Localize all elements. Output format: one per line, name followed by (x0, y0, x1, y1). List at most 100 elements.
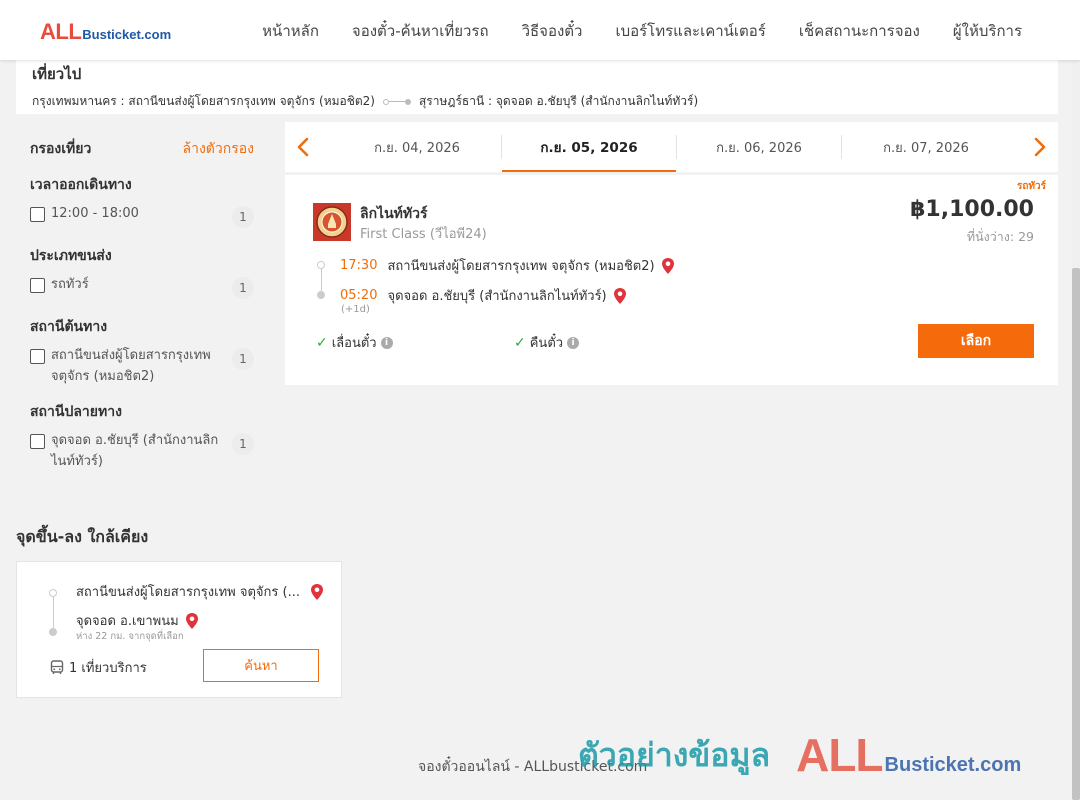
arrival-station: จุดจอด อ.ชัยบุรี (สำนักงานลิกไนท์ทัวร์) (387, 289, 607, 304)
ticket-price: ฿1,100.00 (910, 197, 1034, 222)
scrollbar-thumb[interactable] (1072, 268, 1080, 800)
operator-logo-icon (313, 203, 351, 241)
filter-checkbox[interactable] (30, 434, 45, 449)
logo-rest-text: Busticket.com (82, 27, 172, 42)
filter-group-origin-station: สถานีต้นทาง สถานีขนส่งผู้โดยสารกรุงเทพ จ… (16, 316, 268, 387)
prev-date-arrow-icon[interactable] (291, 134, 317, 160)
filter-title: กรองเที่ยว (30, 141, 92, 157)
logo-all-text: ALL (40, 19, 82, 44)
filter-group-title: สถานีต้นทาง (30, 319, 108, 335)
select-trip-button[interactable]: เลือก (918, 324, 1034, 358)
nearby-trips: 1 เที่ยวบริการ (50, 657, 147, 678)
filter-group-title: สถานีปลายทาง (30, 404, 122, 420)
arrival-time: 05:20 (340, 288, 378, 303)
feature-refund: ✓ คืนตั๋ว i (514, 332, 580, 353)
main-nav: หน้าหลัก จองตั๋ว-ค้นหาเที่ยวรถ วิธีจองตั… (262, 19, 1022, 43)
filter-option[interactable]: รถทัวร์ 1 (30, 277, 254, 299)
filter-count-badge: 1 (232, 206, 254, 228)
nav-how-to-book[interactable]: วิธีจองตั๋ว (522, 19, 583, 43)
trip-result-card: รถทัวร์ ลิกไนท์ทัวร์ First Class (วีไอพี… (285, 175, 1058, 385)
departure-station: สถานีขนส่งผู้โดยสารกรุงเทพ จตุจักร (หมอช… (387, 259, 655, 274)
route-connector-icon (382, 98, 411, 105)
filter-option-label: 12:00 - 18:00 (51, 206, 139, 221)
available-seats: ที่นั่งว่าง: 29 (966, 229, 1034, 244)
route-destination: สุราษฎร์ธานี : จุดจอด อ.ชัยบุรี (สำนักงา… (418, 94, 699, 108)
filter-count-badge: 1 (232, 277, 254, 299)
date-tab-1[interactable]: ก.ย. 04, 2026 (333, 122, 501, 172)
nav-contact[interactable]: เบอร์โทรและเคาน์เตอร์ (615, 19, 765, 43)
timeline-end-dot (317, 291, 325, 299)
date-tab-4[interactable]: ก.ย. 07, 2026 (842, 122, 1010, 172)
check-icon: ✓ (316, 334, 328, 351)
nearby-origin-row: สถานีขนส่งผู้โดยสารกรุงเทพ จตุจักร (... (76, 581, 324, 602)
nearby-search-button[interactable]: ค้นหา (203, 649, 319, 682)
route-origin: กรุงเทพมหานคร : สถานีขนส่งผู้โดยสารกรุงเ… (32, 94, 375, 108)
nav-booking[interactable]: จองตั๋ว-ค้นหาเที่ยวรถ (352, 19, 489, 43)
nearby-origin: สถานีขนส่งผู้โดยสารกรุงเทพ จตุจักร (... (76, 585, 300, 600)
filter-checkbox[interactable] (30, 278, 45, 293)
watermark-logo: ALL Busticket.com (796, 728, 1021, 782)
operator-name: ลิกไนท์ทัวร์ (360, 206, 428, 222)
nearby-trips-label: 1 เที่ยวบริการ (69, 661, 147, 676)
watermark-thai-text: ตัวอย่างข้อมูล (578, 735, 771, 774)
info-icon[interactable]: i (567, 336, 580, 349)
nearby-destination-row: จุดจอด อ.เขาพนม (76, 610, 199, 631)
map-pin-icon[interactable] (185, 612, 199, 630)
filter-option-label: สถานีขนส่งผู้โดยสารกรุงเทพ จตุจักร (หมอช… (51, 348, 211, 384)
date-tab-2-active[interactable]: ก.ย. 05, 2026 (502, 122, 676, 172)
timeline-start-dot (317, 261, 325, 269)
filter-option-label: จุดจอด อ.ชัยบุรี (สำนักงานลิกไนท์ทัวร์) (51, 433, 219, 469)
timeline-line (320, 269, 322, 291)
filter-checkbox[interactable] (30, 207, 45, 222)
map-pin-icon[interactable] (661, 257, 675, 275)
route-line: กรุงเทพมหานคร : สถานีขนส่งผู้โดยสารกรุงเ… (32, 92, 1042, 111)
info-icon[interactable]: i (380, 336, 393, 349)
nearby-destination: จุดจอด อ.เขาพนม (76, 614, 179, 629)
nav-operators[interactable]: ผู้ให้บริการ (953, 19, 1022, 43)
filter-checkbox[interactable] (30, 349, 45, 364)
filter-option[interactable]: 12:00 - 18:00 1 (30, 206, 254, 228)
filter-group-destination-station: สถานีปลายทาง จุดจอด อ.ชัยบุรี (สำนักงานล… (16, 401, 268, 472)
route-summary: เที่ยวไป กรุงเทพมหานคร : สถานีขนส่งผู้โด… (16, 56, 1058, 114)
date-tabs: ก.ย. 04, 2026 ก.ย. 05, 2026 ก.ย. 06, 202… (285, 122, 1058, 172)
nearby-distance-note: ห่าง 22 กม. จากจุดที่เลือก (76, 631, 184, 642)
page-scrollbar[interactable] (1072, 0, 1080, 800)
nav-check-status[interactable]: เช็คสถานะการจอง (799, 19, 920, 43)
filter-group-transport-type: ประเภทขนส่ง รถทัวร์ 1 (16, 245, 268, 299)
timeline-end-dot (49, 628, 57, 636)
filter-header: กรองเที่ยว ล้างตัวกรอง (16, 124, 268, 160)
sample-watermark: ตัวอย่างข้อมูล ALL Busticket.com (578, 728, 1021, 782)
filter-count-badge: 1 (232, 348, 254, 370)
top-header: ALL Busticket.com หน้าหลัก จองตั๋ว-ค้นหา… (0, 0, 1080, 60)
departure-time: 17:30 (340, 258, 378, 273)
bus-icon (50, 660, 64, 674)
day-offset: (+1d) (341, 304, 370, 315)
filter-group-title: เวลาออกเดินทาง (30, 177, 132, 193)
nearby-stops-card: สถานีขนส่งผู้โดยสารกรุงเทพ จตุจักร (... … (16, 561, 342, 698)
feature-label: เลื่อนตั๋ว (331, 336, 377, 351)
filter-option-label: รถทัวร์ (51, 277, 89, 292)
filter-sidebar: กรองเที่ยว ล้างตัวกรอง เวลาออกเดินทาง 12… (16, 124, 268, 472)
site-logo[interactable]: ALL Busticket.com (40, 19, 171, 45)
nav-home[interactable]: หน้าหลัก (262, 19, 319, 43)
timeline-line (52, 597, 54, 628)
bus-class: First Class (วีไอพี24) (360, 227, 487, 242)
filter-group-departure-time: เวลาออกเดินทาง 12:00 - 18:00 1 (16, 174, 268, 228)
filter-option[interactable]: สถานีขนส่งผู้โดยสารกรุงเทพ จตุจักร (หมอช… (30, 348, 254, 387)
departure-row: 17:30 สถานีขนส่งผู้โดยสารกรุงเทพ จตุจักร… (340, 255, 675, 276)
arrival-row: 05:20 จุดจอด อ.ชัยบุรี (สำนักงานลิกไนท์ท… (340, 285, 627, 306)
watermark-rest-text: Busticket.com (884, 754, 1022, 776)
nearby-stops-title: จุดขึ้น-ลง ใกล้เคียง (16, 527, 149, 546)
map-pin-icon[interactable] (613, 287, 627, 305)
transport-type-tag: รถทัวร์ (1016, 181, 1046, 192)
filter-group-title: ประเภทขนส่ง (30, 248, 112, 264)
date-tab-3[interactable]: ก.ย. 06, 2026 (677, 122, 841, 172)
watermark-all-text: ALL (796, 729, 883, 781)
filter-count-badge: 1 (232, 433, 254, 455)
next-date-arrow-icon[interactable] (1026, 134, 1052, 160)
clear-filter-link[interactable]: ล้างตัวกรอง (183, 138, 254, 160)
map-pin-icon[interactable] (310, 583, 324, 601)
filter-option[interactable]: จุดจอด อ.ชัยบุรี (สำนักงานลิกไนท์ทัวร์) … (30, 433, 254, 472)
check-icon: ✓ (514, 334, 526, 351)
feature-label: คืนตั๋ว (529, 336, 564, 351)
